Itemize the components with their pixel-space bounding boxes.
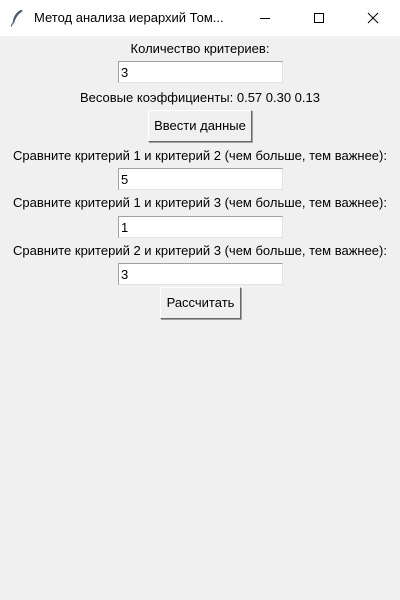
close-button[interactable] bbox=[350, 0, 396, 36]
comparison-1-2-label: Сравните критерий 1 и критерий 2 (чем бо… bbox=[13, 148, 387, 163]
main-content: Количество критериев: Весовые коэффициен… bbox=[0, 36, 400, 600]
weights-result-text: Весовые коэффициенты: 0.57 0.30 0.13 bbox=[80, 90, 320, 105]
maximize-icon bbox=[314, 13, 324, 23]
comparison-1-3-input[interactable] bbox=[118, 216, 283, 238]
close-icon bbox=[367, 12, 379, 24]
calculate-button[interactable]: Рассчитать bbox=[160, 287, 241, 319]
criteria-count-label: Количество критериев: bbox=[130, 41, 270, 56]
minimize-icon bbox=[260, 18, 270, 19]
feather-icon bbox=[10, 9, 23, 27]
comparison-2-3-input[interactable] bbox=[118, 263, 283, 285]
window-title: Метод анализа иерархий Том... bbox=[34, 10, 224, 25]
title-bar[interactable]: Метод анализа иерархий Том... bbox=[0, 0, 400, 36]
criteria-count-input[interactable] bbox=[118, 61, 283, 83]
comparison-2-3-label: Сравните критерий 2 и критерий 3 (чем бо… bbox=[13, 243, 387, 258]
maximize-button[interactable] bbox=[296, 0, 342, 36]
comparison-1-3-label: Сравните критерий 1 и критерий 3 (чем бо… bbox=[13, 195, 387, 210]
app-window: Метод анализа иерархий Том... Количество… bbox=[0, 0, 400, 600]
comparison-1-2-input[interactable] bbox=[118, 168, 283, 190]
minimize-button[interactable] bbox=[242, 0, 288, 36]
enter-data-button[interactable]: Ввести данные bbox=[148, 110, 252, 142]
